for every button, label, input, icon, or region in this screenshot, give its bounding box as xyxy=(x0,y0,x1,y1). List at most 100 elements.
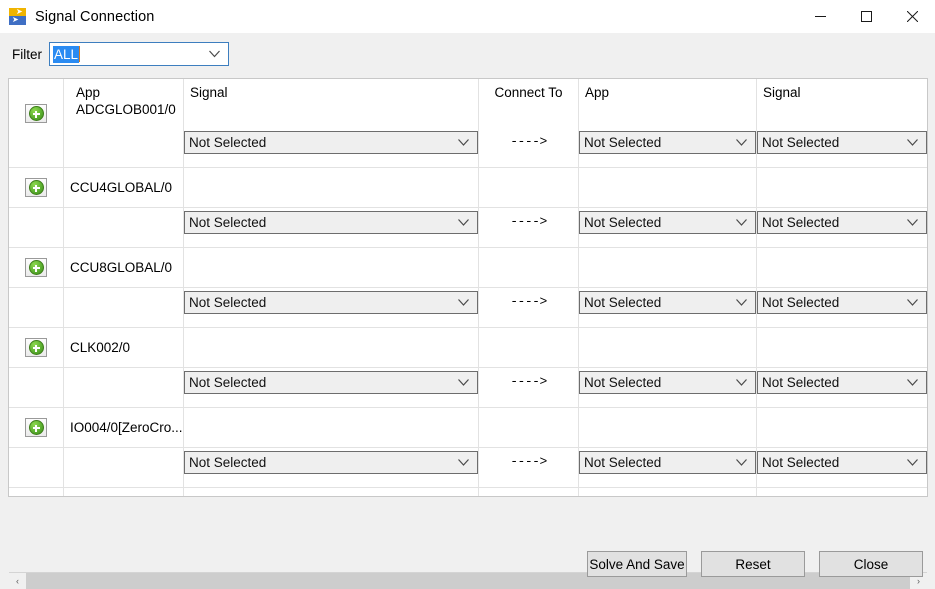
chevron-down-icon xyxy=(907,219,918,226)
app-right-value: Not Selected xyxy=(584,215,662,230)
signal-right-select[interactable]: Not Selected xyxy=(757,371,927,394)
row-cell-signal-right xyxy=(757,488,927,496)
row-cell-connect-to: ----> xyxy=(479,448,579,488)
signal-left-value: Not Selected xyxy=(189,215,267,230)
row-cell-signal-left: Not Selected xyxy=(184,368,479,408)
connection-row: Not Selected ----> Not Selected Not Selecte… xyxy=(9,128,927,168)
row-cell-signal-left: Not Selected xyxy=(184,208,479,248)
plus-icon xyxy=(28,260,44,275)
app-group-row: CCU4GLOBAL/0 xyxy=(9,168,927,208)
window-title: Signal Connection xyxy=(35,8,155,25)
signal-left-select[interactable]: Not Selected xyxy=(184,371,478,394)
signal-left-value: Not Selected xyxy=(189,455,267,470)
chevron-down-icon xyxy=(458,219,469,226)
plus-icon xyxy=(28,180,44,195)
row-cell-expand xyxy=(9,488,64,496)
header-cell-connect-to: Connect To xyxy=(479,79,579,128)
row-cell-app-left: CCU8GLOBAL/0 xyxy=(64,248,184,288)
signal-right-value: Not Selected xyxy=(762,375,840,390)
app-right-select[interactable]: Not Selected xyxy=(579,211,756,234)
chevron-down-icon xyxy=(458,379,469,386)
solve-and-save-button[interactable]: Solve And Save xyxy=(587,551,687,577)
app-name: ADCGLOB001/0 xyxy=(76,102,176,117)
app-right-select[interactable]: Not Selected xyxy=(579,291,756,314)
app-right-select[interactable]: Not Selected xyxy=(579,131,756,154)
row-cell-connect-to xyxy=(479,488,579,496)
row-cell-signal-left xyxy=(184,488,479,496)
expand-app-button[interactable] xyxy=(25,104,47,123)
row-cell-app-left: IO004/0[ZeroCro... xyxy=(64,408,184,448)
app-right-value: Not Selected xyxy=(584,455,662,470)
chevron-down-icon xyxy=(907,459,918,466)
close-dialog-button[interactable]: Close xyxy=(819,551,923,577)
row-cell-app-left xyxy=(64,288,184,328)
row-cell-expand xyxy=(9,288,64,328)
signal-right-value: Not Selected xyxy=(762,295,840,310)
row-cell-signal-left: Not Selected xyxy=(184,288,479,328)
row-cell-connect-to: ----> xyxy=(479,208,579,248)
expand-app-button[interactable] xyxy=(25,338,47,357)
signal-right-value: Not Selected xyxy=(762,215,840,230)
expand-app-button[interactable] xyxy=(25,418,47,437)
app-name: IO004/0[ZeroCro... xyxy=(70,420,183,435)
signal-right-select[interactable]: Not Selected xyxy=(757,451,927,474)
chevron-down-icon xyxy=(736,219,747,226)
connect-arrow-icon: ----> xyxy=(510,214,547,229)
chevron-down-icon xyxy=(458,299,469,306)
row-cell-signal-left xyxy=(184,168,479,208)
maximize-button[interactable] xyxy=(843,0,889,33)
reset-button[interactable]: Reset xyxy=(701,551,805,577)
signal-connection-window: ➤ ➤ Signal Connection Filter ALL App ADC… xyxy=(0,0,935,589)
chevron-down-icon xyxy=(736,139,747,146)
filter-select[interactable]: ALL xyxy=(49,42,229,66)
row-cell-app-left xyxy=(64,448,184,488)
header-cell-expand xyxy=(9,79,64,128)
connect-arrow-icon: ----> xyxy=(510,454,547,469)
row-cell-signal-right xyxy=(757,168,927,208)
app-group-row: CCU8GLOBAL/0 xyxy=(9,248,927,288)
signal-connection-icon: ➤ ➤ xyxy=(9,8,26,25)
signal-right-select[interactable]: Not Selected xyxy=(757,291,927,314)
row-cell-connect-to xyxy=(479,168,579,208)
signal-left-value: Not Selected xyxy=(189,375,267,390)
row-cell-signal-left xyxy=(184,328,479,368)
row-cell-signal-right: Not Selected xyxy=(757,128,927,168)
row-cell-app-left xyxy=(64,128,184,168)
signal-left-select[interactable]: Not Selected xyxy=(184,451,478,474)
app-group-row: CLK002/0 xyxy=(9,328,927,368)
chevron-down-icon xyxy=(736,299,747,306)
app-name: CLK002/0 xyxy=(70,340,131,355)
expand-app-button[interactable] xyxy=(25,178,47,197)
row-cell-signal-right: Not Selected xyxy=(757,368,927,408)
row-cell-connect-to: ----> xyxy=(479,288,579,328)
header-cell-signal-left: Signal xyxy=(184,79,479,128)
close-button[interactable] xyxy=(889,0,935,33)
app-right-select[interactable]: Not Selected xyxy=(579,371,756,394)
row-cell-signal-right: Not Selected xyxy=(757,288,927,328)
signal-left-select[interactable]: Not Selected xyxy=(184,211,478,234)
row-cell-connect-to xyxy=(479,328,579,368)
signal-right-value: Not Selected xyxy=(762,135,840,150)
row-cell-signal-left: Not Selected xyxy=(184,128,479,168)
chevron-down-icon xyxy=(907,139,918,146)
filter-label: Filter xyxy=(12,46,42,62)
column-header-signal-left: Signal xyxy=(190,85,228,100)
expand-app-button[interactable] xyxy=(25,258,47,277)
row-cell-app-right xyxy=(579,488,757,496)
row-cell-signal-right: Not Selected xyxy=(757,208,927,248)
signal-left-value: Not Selected xyxy=(189,135,267,150)
plus-icon xyxy=(28,106,44,121)
signal-left-select[interactable]: Not Selected xyxy=(184,131,478,154)
signal-right-select[interactable]: Not Selected xyxy=(757,131,927,154)
chevron-down-icon xyxy=(907,379,918,386)
row-cell-app-right xyxy=(579,328,757,368)
signal-left-select[interactable]: Not Selected xyxy=(184,291,478,314)
dialog-button-bar: Solve And Save Reset Close xyxy=(0,551,935,577)
signal-right-select[interactable]: Not Selected xyxy=(757,211,927,234)
connect-arrow-icon: ----> xyxy=(510,294,547,309)
row-cell-signal-right xyxy=(757,248,927,288)
minimize-button[interactable] xyxy=(797,0,843,33)
row-cell-signal-left xyxy=(184,408,479,448)
app-right-select[interactable]: Not Selected xyxy=(579,451,756,474)
connection-row: Not Selected ----> Not Selected Not Selecte… xyxy=(9,208,927,248)
